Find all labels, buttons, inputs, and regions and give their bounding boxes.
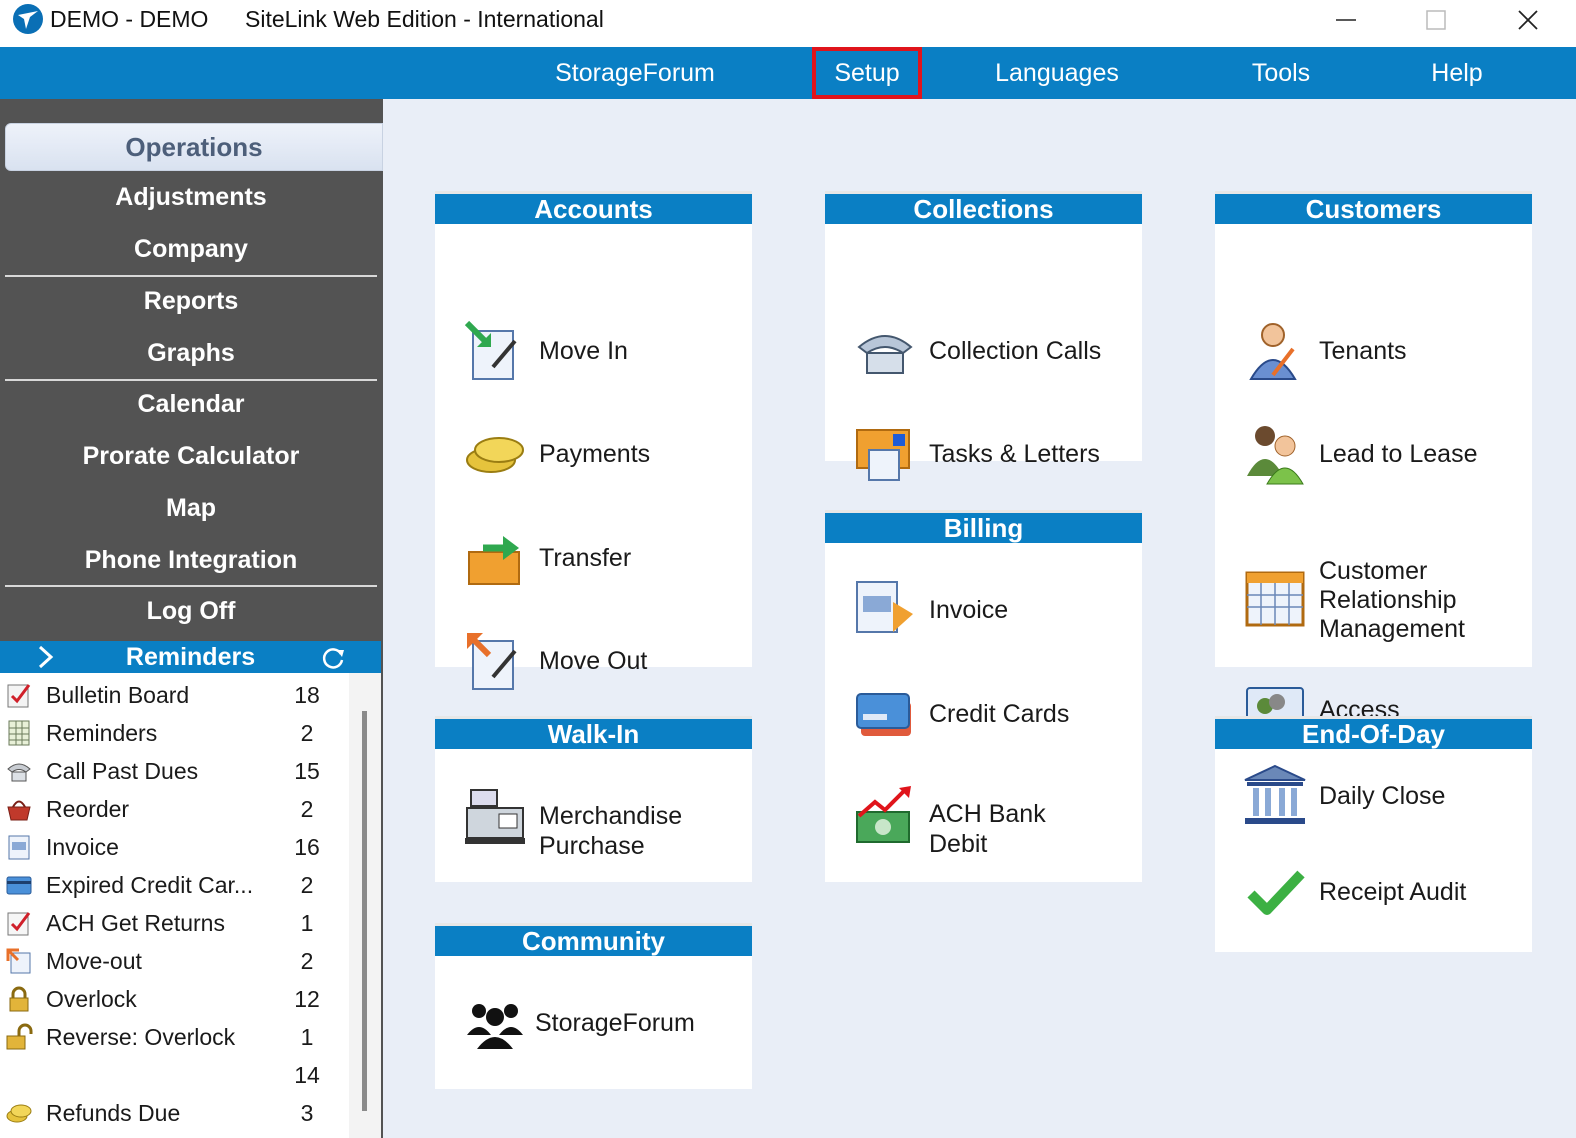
bulletin-board-icon <box>7 684 31 708</box>
unlock-icon <box>6 1023 33 1050</box>
move-out-icon <box>466 632 517 690</box>
reminder-row-invoice[interactable]: Invoice 16 <box>0 828 349 866</box>
panel-title: Customers <box>1215 191 1532 224</box>
window-app-title: SiteLink Web Edition - International <box>245 6 604 32</box>
cash-register-icon <box>465 789 525 844</box>
close-icon <box>1518 10 1538 30</box>
nav-calendar[interactable]: Calendar <box>5 382 377 426</box>
minimize-button[interactable] <box>1316 0 1376 40</box>
reminder-row-move-out[interactable]: Move-out 2 <box>0 942 349 980</box>
reminder-row-call-past-dues[interactable]: Call Past Dues 15 <box>0 752 349 790</box>
nav-operations[interactable]: Operations <box>5 123 383 171</box>
checklist-icon <box>7 912 31 936</box>
reminder-row-reorder[interactable]: Reorder 2 <box>0 790 349 828</box>
panel-customers: Customers Tenants Lead to Lease Customer… <box>1215 191 1532 733</box>
menu-help[interactable]: Help <box>1420 47 1494 99</box>
panel-title: Accounts <box>435 191 752 224</box>
panel-walk-in: Walk-In Merchandise Purchase <box>435 716 752 882</box>
nav-divider <box>5 585 377 587</box>
reminders-header: Reminders <box>0 641 381 673</box>
telephone-icon <box>857 335 913 374</box>
ach-bank-debit-icon <box>856 786 911 843</box>
reminder-row-ach-get-returns[interactable]: ACH Get Returns 1 <box>0 904 349 942</box>
top-menu-bar: StorageForum Setup Languages Tools Help <box>0 47 1576 99</box>
reminder-row-reverse-overlock[interactable]: Reverse: Overlock 1 <box>0 1018 349 1056</box>
menu-tools[interactable]: Tools <box>1238 47 1324 99</box>
nav-divider <box>5 379 377 381</box>
checkmark-icon <box>1247 870 1305 915</box>
calendar-grid-icon <box>8 720 30 746</box>
menu-setup[interactable]: Setup <box>812 47 922 99</box>
chevron-right-icon[interactable] <box>34 644 58 670</box>
credit-card-icon <box>856 693 911 736</box>
nav-prorate-calculator[interactable]: Prorate Calculator <box>5 434 377 478</box>
reminder-row-expired-credit-cards[interactable]: Expired Credit Car... 2 <box>0 866 349 904</box>
reminder-row-overlock[interactable]: Overlock 12 <box>0 980 349 1018</box>
panel-title: Billing <box>825 510 1142 543</box>
move-in-icon <box>464 320 517 380</box>
title-bar: DEMO - DEMO SiteLink Web Edition - Inter… <box>0 0 1576 47</box>
panel-billing: Billing Invoice Credit Cards ACH Bank De… <box>825 510 1142 882</box>
panel-title: Walk-In <box>435 716 752 749</box>
panel-community: Community StorageForum <box>435 923 752 1089</box>
transfer-icon <box>468 536 520 585</box>
reminder-row-bulletin-board[interactable]: Bulletin Board 18 <box>0 676 349 714</box>
maximize-icon <box>1426 10 1446 30</box>
basket-icon <box>7 800 31 821</box>
menu-languages[interactable]: Languages <box>986 47 1128 99</box>
panel-title: Collections <box>825 191 1142 224</box>
nav-log-off[interactable]: Log Off <box>5 589 377 633</box>
reminder-row-unlabeled[interactable]: 14 <box>0 1056 349 1094</box>
credit-card-icon <box>6 876 32 895</box>
nav-adjustments[interactable]: Adjustments <box>5 175 377 219</box>
panel-title: Community <box>435 923 752 956</box>
nav-graphs[interactable]: Graphs <box>5 331 377 375</box>
reminder-row-reminders[interactable]: Reminders 2 <box>0 714 349 752</box>
window-account-title: DEMO - DEMO <box>50 6 209 32</box>
crm-calendar-icon <box>1245 571 1305 627</box>
invoice-icon <box>8 835 30 860</box>
scrollbar-thumb[interactable] <box>362 711 367 1111</box>
menu-storageforum[interactable]: StorageForum <box>544 47 726 99</box>
bank-building-icon <box>1244 764 1306 824</box>
refresh-icon[interactable] <box>320 645 346 671</box>
people-group-icon <box>467 1004 523 1049</box>
reminders-list: Bulletin Board 18 Reminders 2 Call Past … <box>0 673 381 1138</box>
nav-divider <box>5 275 377 277</box>
nav-phone-integration[interactable]: Phone Integration <box>5 538 377 582</box>
move-out-icon <box>6 948 31 974</box>
coins-icon <box>466 437 524 473</box>
coins-icon <box>6 1104 32 1123</box>
reminder-row-refunds-due[interactable]: Refunds Due 3 <box>0 1094 349 1132</box>
nav-company[interactable]: Company <box>5 227 377 271</box>
panel-end-of-day: End-Of-Day Daily Close Receipt Audit <box>1215 716 1532 952</box>
phone-icon <box>7 763 31 782</box>
close-button[interactable] <box>1498 0 1558 40</box>
nav-map[interactable]: Map <box>5 486 377 530</box>
lock-icon <box>9 986 29 1012</box>
panel-accounts: Accounts Move In Payments Transfer Move … <box>435 191 752 690</box>
maximize-button[interactable] <box>1406 0 1466 40</box>
panel-collections: Collections Collection Calls Tasks & Let… <box>825 191 1142 481</box>
minimize-icon <box>1336 19 1356 21</box>
invoice-icon <box>856 581 913 633</box>
main-content: Accounts Move In Payments Transfer Move … <box>383 99 1576 1138</box>
people-pair-icon <box>1247 426 1304 485</box>
sitelink-logo-icon <box>13 4 43 34</box>
nav-reports[interactable]: Reports <box>5 279 377 323</box>
tenant-person-icon <box>1249 323 1297 380</box>
tasks-letters-icon <box>856 429 910 481</box>
panel-title: End-Of-Day <box>1215 716 1532 749</box>
